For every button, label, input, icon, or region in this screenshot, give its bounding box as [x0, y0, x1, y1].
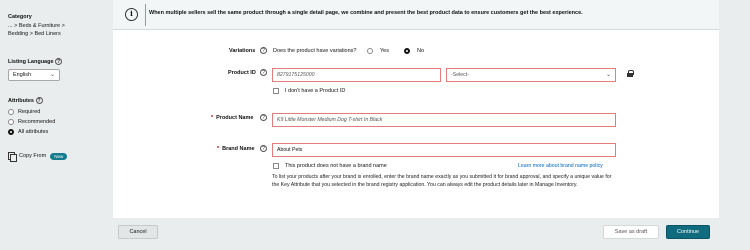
- help-icon[interactable]: ?: [260, 145, 267, 152]
- brand-help-paragraph: To list your products after your brand i…: [272, 174, 612, 188]
- new-badge: New: [50, 152, 68, 160]
- brand-name-input[interactable]: About Pets: [272, 143, 616, 157]
- attributes-title: Attributes ?: [8, 97, 43, 104]
- radio-button[interactable]: [8, 109, 14, 115]
- product-id-type-select[interactable]: -Select- ⌄: [446, 68, 616, 82]
- copy-from-label: Copy From: [19, 153, 47, 159]
- help-icon[interactable]: ?: [55, 58, 63, 65]
- variations-no-label: No: [417, 48, 425, 54]
- no-brand-name-label: This product does not have a brand name: [285, 163, 387, 169]
- language-select[interactable]: English ⌄: [8, 69, 60, 81]
- no-brand-name-checkbox[interactable]: [273, 163, 279, 169]
- required-marker: *: [217, 146, 220, 152]
- help-icon[interactable]: ?: [260, 47, 267, 54]
- listing-language-title: Listing Language ?: [8, 58, 63, 65]
- attributes-label: Attributes: [8, 97, 34, 104]
- variations-label: Variations: [229, 48, 256, 54]
- listing-language-label: Listing Language: [8, 58, 54, 65]
- brand-name-label-text: Brand Name: [222, 146, 255, 152]
- product-id-label: Product ID: [228, 70, 256, 76]
- attribute-option-label: Recommended: [18, 119, 56, 125]
- info-icon: i: [125, 8, 138, 21]
- left-sidebar: Category ... > Beds & Furniture > Beddin…: [0, 0, 112, 250]
- cancel-button[interactable]: Cancel: [118, 225, 158, 239]
- no-product-id-checkbox[interactable]: [273, 88, 279, 94]
- product-name-label-text: Product Name: [216, 115, 254, 121]
- attribute-option-required[interactable]: Required: [8, 109, 40, 115]
- category-title: Category: [8, 14, 32, 20]
- help-icon[interactable]: ?: [260, 114, 267, 121]
- language-value: English: [13, 72, 32, 78]
- radio-button-selected[interactable]: [8, 129, 14, 135]
- variations-no-radio[interactable]: [404, 48, 410, 54]
- chevron-down-icon: ⌄: [605, 72, 611, 78]
- product-id-input[interactable]: 8279175125000: [272, 68, 441, 82]
- attribute-option-label: All attributes: [18, 129, 49, 135]
- copy-from-button[interactable]: Copy From New: [8, 152, 68, 162]
- lock-icon: [627, 70, 634, 77]
- continue-button[interactable]: Continue: [666, 225, 710, 239]
- radio-button[interactable]: [8, 119, 14, 125]
- attribute-option-label: Required: [18, 109, 41, 115]
- save-as-draft-button[interactable]: Save as draft: [603, 225, 659, 239]
- variations-question: Does the product have variations?: [273, 48, 357, 54]
- divider: [145, 4, 146, 26]
- chevron-down-icon: ⌄: [49, 72, 55, 78]
- brand-policy-link[interactable]: Learn more about brand name policy: [518, 163, 603, 169]
- info-message: When multiple sellers sell the same prod…: [149, 10, 583, 16]
- category-path-line-2[interactable]: Bedding > Bed Liners: [8, 31, 61, 37]
- category-path-line-1[interactable]: ... > Beds & Furniture >: [8, 23, 65, 29]
- variations-yes-label: Yes: [380, 48, 389, 54]
- info-banner: i When multiple sellers sell the same pr…: [113, 0, 719, 30]
- attribute-option-recommended[interactable]: Recommended: [8, 119, 55, 125]
- help-icon[interactable]: ?: [35, 97, 43, 104]
- help-icon[interactable]: ?: [260, 69, 267, 76]
- attribute-option-all[interactable]: All attributes: [8, 129, 48, 135]
- copy-icon: [8, 152, 17, 162]
- product-name-label: * Product Name: [211, 115, 253, 121]
- required-marker: *: [211, 115, 214, 121]
- product-id-type-value: -Select-: [451, 72, 469, 78]
- product-name-input[interactable]: K9 Little Monster Medium Dog T-shirt In …: [272, 113, 616, 127]
- brand-name-label: * Brand Name: [217, 146, 255, 152]
- no-product-id-label: I don't have a Product ID: [285, 88, 346, 94]
- variations-yes-radio[interactable]: [367, 48, 373, 54]
